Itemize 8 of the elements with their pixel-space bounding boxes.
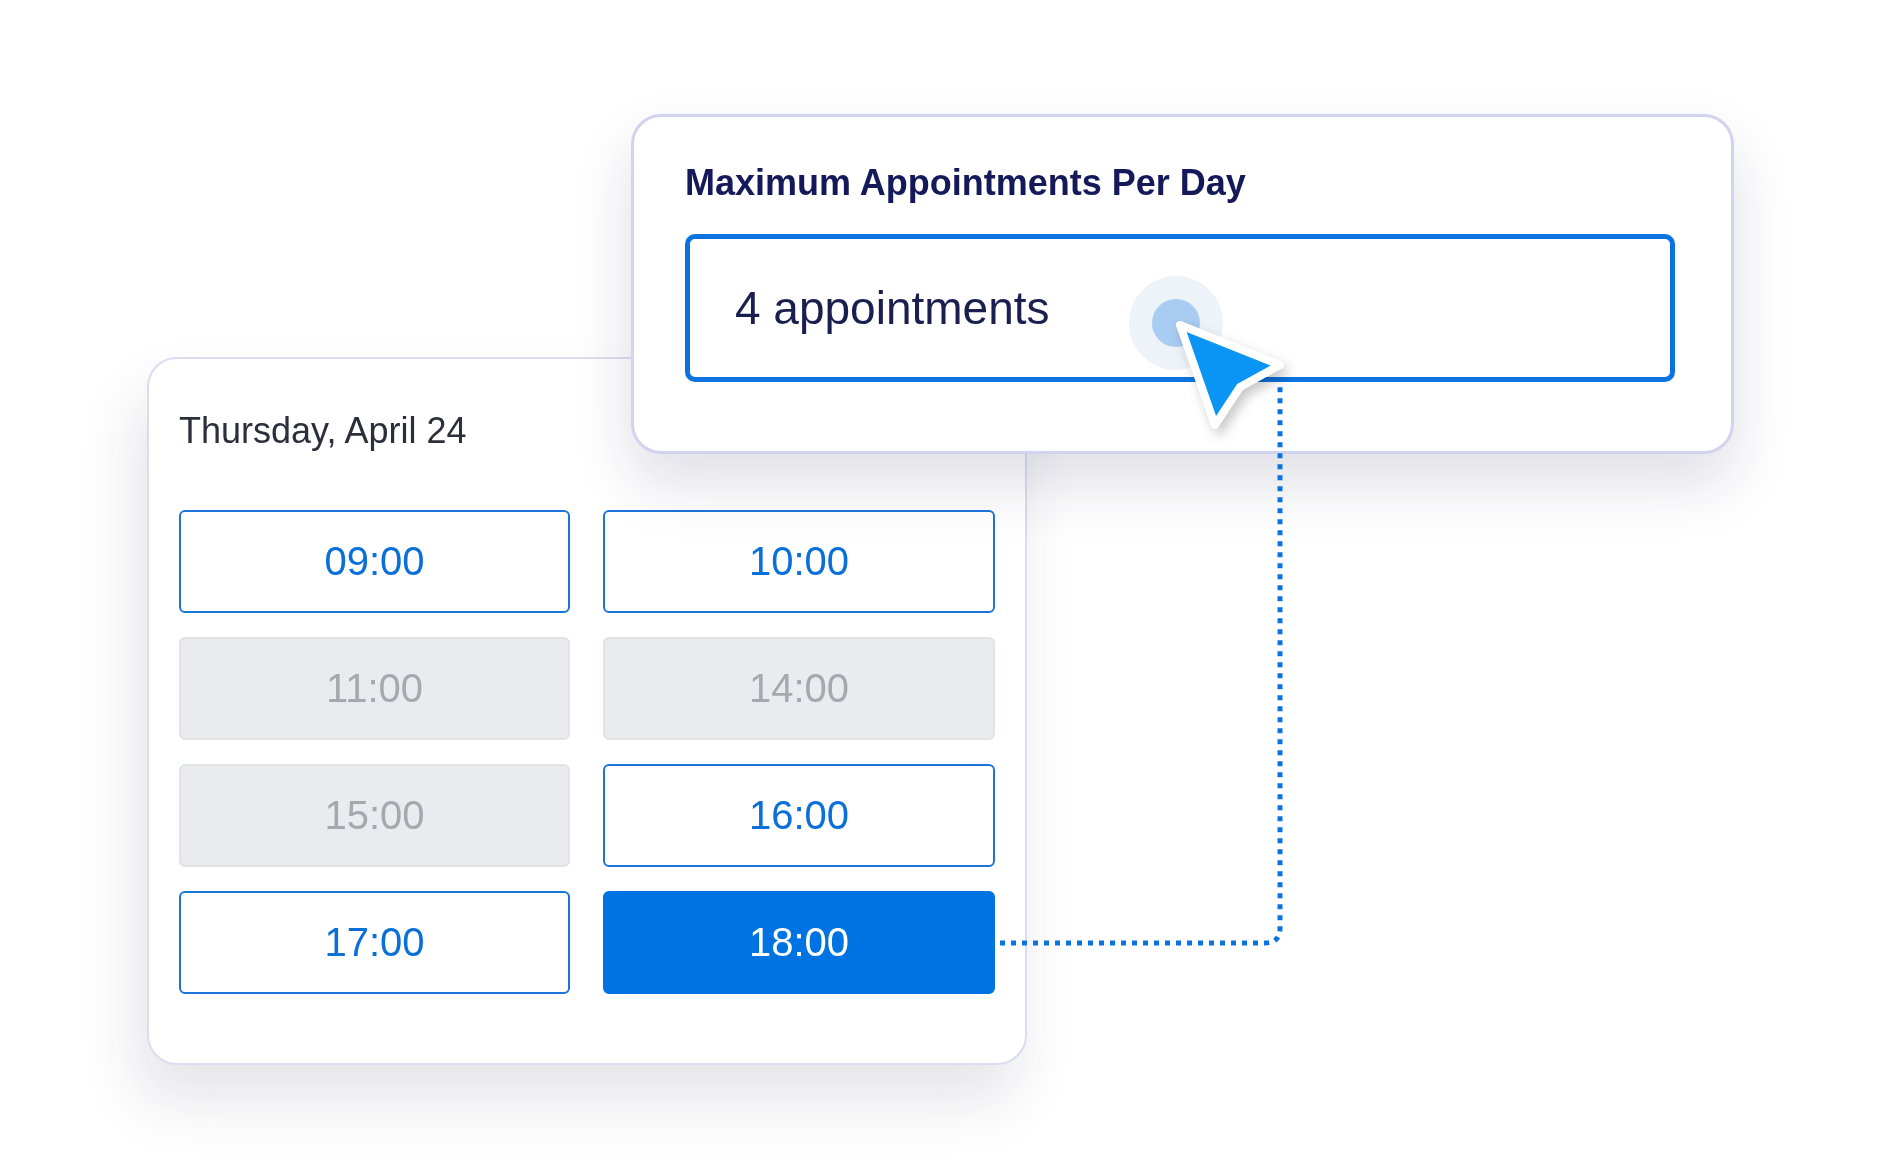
card-title: Maximum Appointments Per Day: [685, 161, 1246, 205]
time-slot-button[interactable]: 17:00: [179, 891, 570, 994]
time-slot-button[interactable]: 18:00: [603, 891, 995, 994]
time-slot-button[interactable]: 10:00: [603, 510, 995, 613]
appointments-field[interactable]: 4 appointments: [685, 234, 1675, 382]
date-heading: Thursday, April 24: [179, 409, 467, 453]
time-slot-button[interactable]: 09:00: [179, 510, 570, 613]
time-slot-button[interactable]: 16:00: [603, 764, 995, 867]
